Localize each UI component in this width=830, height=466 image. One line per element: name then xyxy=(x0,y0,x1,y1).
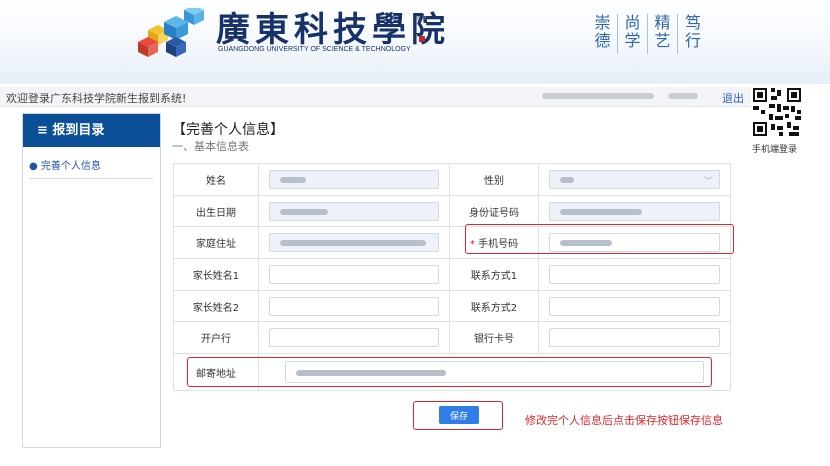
user-info-redacted xyxy=(668,93,698,99)
qr-code-icon xyxy=(751,86,803,138)
school-name-english: GUANGDONG UNIVERSITY OF SCIENCE & TECHNO… xyxy=(218,46,411,53)
bank-field[interactable] xyxy=(269,328,439,348)
sidebar-title: ≡ 报到目录 xyxy=(23,114,160,147)
parent2-name-field[interactable] xyxy=(269,296,439,316)
name-label: 姓名 xyxy=(173,163,259,196)
school-logo-icon xyxy=(138,8,204,57)
card-number-label: 银行卡号 xyxy=(449,321,539,355)
motto-item: 精艺 xyxy=(648,14,678,54)
mail-address-label: 邮寄地址 xyxy=(173,353,259,391)
contact1-field[interactable] xyxy=(549,264,720,284)
sidebar: ≡ 报到目录 ● 完善个人信息 xyxy=(22,113,161,448)
id-number-field[interactable] xyxy=(549,201,720,221)
seal-text: 德 xyxy=(422,16,428,22)
save-button[interactable]: 保存 xyxy=(439,406,479,424)
form-row: 家长姓名2 联系方式2 xyxy=(173,289,731,323)
phone-field[interactable] xyxy=(549,233,720,253)
logout-link[interactable]: 退出 xyxy=(722,90,744,106)
parent2-name-label: 家长姓名2 xyxy=(173,289,259,323)
bank-label: 开户行 xyxy=(173,321,259,355)
save-hint: 修改完个人信息后点击保存按钮保存信息 xyxy=(525,414,723,427)
header-banner: 廣東科技學院 GUANGDONG UNIVERSITY OF SCIENCE &… xyxy=(0,0,830,84)
mail-address-field[interactable] xyxy=(285,361,704,384)
seal-stamp-icon xyxy=(419,36,425,42)
birth-date-field[interactable] xyxy=(269,201,439,221)
page-title: 【完善个人信息】 xyxy=(172,122,284,138)
form-row: 出生日期 身份证号码 xyxy=(173,194,731,228)
qr-label: 手机端登录 xyxy=(752,145,798,155)
parent1-name-label: 家长姓名1 xyxy=(173,258,259,291)
id-number-label: 身份证号码 xyxy=(449,194,539,228)
form-row: 开户行 银行卡号 xyxy=(173,321,731,355)
contact1-label: 联系方式1 xyxy=(449,258,539,291)
contact2-label: 联系方式2 xyxy=(449,289,539,323)
welcome-message: 欢迎登录广东科技学院新生报到系统! xyxy=(6,92,187,105)
user-info-redacted xyxy=(542,93,654,99)
required-mark: * xyxy=(469,239,475,251)
motto-item: 尚学 xyxy=(618,14,648,54)
contact2-field[interactable] xyxy=(549,296,720,316)
name-field[interactable] xyxy=(269,169,439,189)
gender-label: 性别 xyxy=(449,163,539,196)
form-row: 邮寄地址 xyxy=(173,353,731,391)
motto-item: 笃行 xyxy=(684,13,701,50)
parent1-name-field[interactable] xyxy=(269,264,439,284)
gender-select[interactable]: ﹀ xyxy=(549,169,720,189)
sidebar-item-personal-info[interactable]: ● 完善个人信息 xyxy=(29,157,153,179)
calligraphy-seal: 崇 德 xyxy=(416,16,430,42)
form-row: 家庭住址 * 手机号码 xyxy=(173,226,731,260)
page-subtitle: 一、基本信息表 xyxy=(172,140,249,153)
card-number-field[interactable] xyxy=(549,328,720,348)
home-address-label: 家庭住址 xyxy=(173,226,259,260)
form-row: 家长姓名1 联系方式1 xyxy=(173,258,731,291)
personal-info-form: 姓名 性别 ﹀ 出生日期 身份证号码 家庭住址 * 手机号码 家长姓名1 联系方… xyxy=(173,163,731,391)
phone-label: 手机号码 xyxy=(478,239,519,251)
home-address-field[interactable] xyxy=(269,233,439,253)
welcome-bar: 欢迎登录广东科技学院新生报到系统! 退出 xyxy=(0,87,760,107)
chevron-down-icon: ﹀ xyxy=(703,176,713,187)
school-name: 廣東科技學院 xyxy=(216,10,450,50)
motto-item: 崇德 xyxy=(588,14,618,54)
birth-date-label: 出生日期 xyxy=(173,194,259,228)
form-row: 姓名 性别 ﹀ xyxy=(173,163,731,196)
school-motto: 崇德 尚学 精艺 笃行 xyxy=(588,14,708,54)
